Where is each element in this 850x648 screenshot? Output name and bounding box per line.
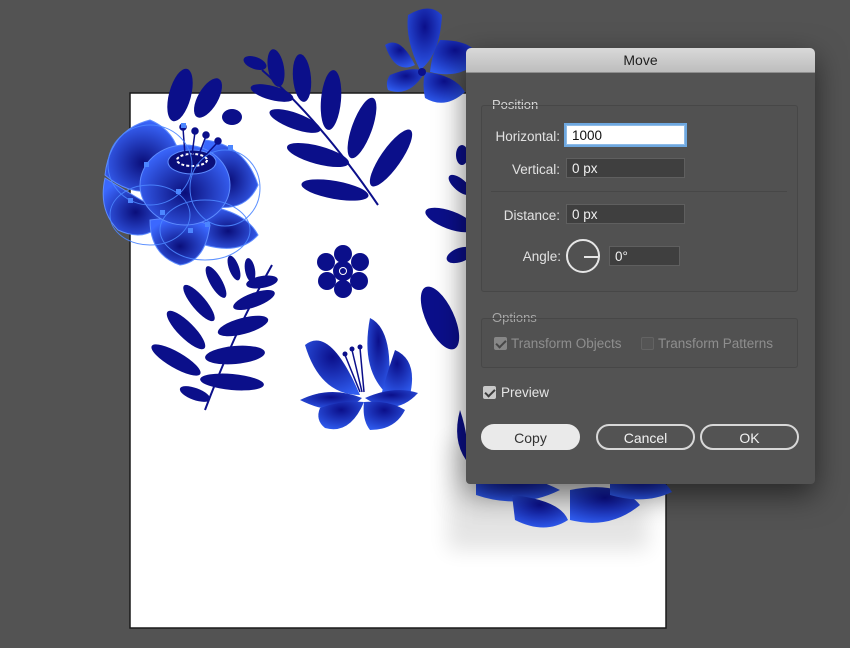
- angle-input[interactable]: 0°: [609, 246, 680, 266]
- copy-button[interactable]: Copy: [481, 424, 580, 450]
- transform-patterns-label: Transform Patterns: [658, 336, 774, 351]
- horizontal-label: Horizontal:: [495, 129, 560, 144]
- angle-dial-hand: [584, 256, 599, 258]
- cancel-button[interactable]: Cancel: [596, 424, 695, 450]
- distance-label: Distance:: [503, 208, 560, 223]
- preview-checkbox[interactable]: [483, 386, 496, 399]
- ok-button[interactable]: OK: [700, 424, 799, 450]
- move-dialog: Move Position Horizontal: 1000 Vertical:…: [466, 48, 815, 484]
- position-separator: [491, 191, 787, 192]
- horizontal-input[interactable]: 1000: [566, 125, 685, 145]
- vertical-input[interactable]: 0 px: [566, 158, 685, 178]
- angle-label: Angle:: [522, 249, 561, 264]
- vertical-label: Vertical:: [511, 162, 560, 177]
- dialog-title: Move: [466, 48, 815, 73]
- angle-dial-icon[interactable]: [566, 239, 600, 273]
- transform-objects-label: Transform Objects: [511, 336, 622, 351]
- transform-patterns-checkbox[interactable]: [641, 337, 654, 350]
- preview-label: Preview: [501, 385, 550, 400]
- distance-input[interactable]: 0 px: [566, 204, 685, 224]
- transform-objects-checkbox[interactable]: [494, 337, 507, 350]
